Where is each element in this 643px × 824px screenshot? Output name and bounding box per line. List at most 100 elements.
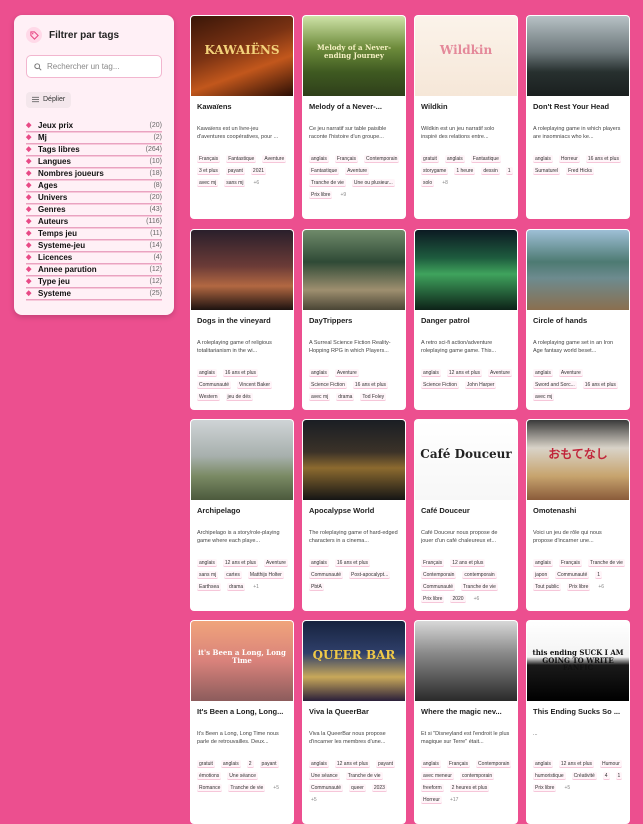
category-item-ages[interactable]: ◆ Ages (8)	[26, 180, 162, 192]
game-tag[interactable]: Tod Foley	[360, 393, 387, 401]
game-cover-image[interactable]	[191, 230, 293, 310]
category-item-nombres-joueurs[interactable]: ◆ Nombres joueurs (18)	[26, 168, 162, 180]
game-tag[interactable]: 1	[595, 571, 603, 579]
game-tag[interactable]: Earthsea	[197, 583, 222, 591]
game-tag[interactable]: Communauté	[555, 571, 590, 579]
game-tag[interactable]: Français	[446, 760, 471, 768]
game-tag[interactable]: Horreur	[421, 796, 442, 804]
game-tag[interactable]: Aventure	[262, 155, 287, 163]
category-item-auteurs[interactable]: ◆ Auteurs (116)	[26, 216, 162, 228]
category-item-systeme[interactable]: ◆ Systeme (25)	[26, 288, 162, 300]
game-tag[interactable]: storygame	[421, 167, 449, 175]
game-title[interactable]: Danger patrol	[421, 316, 511, 325]
game-cover-image[interactable]	[415, 621, 517, 701]
game-card[interactable]: おもてなし Omotenashi Voici un jeu de rôle qui …	[526, 419, 630, 611]
game-title[interactable]: Apocalypse World	[309, 506, 399, 515]
game-cover-image[interactable]	[527, 16, 629, 96]
game-tag[interactable]: anglais	[197, 559, 217, 567]
game-tag[interactable]: japon	[533, 571, 550, 579]
game-tag[interactable]: sans mj	[224, 179, 246, 187]
game-cover-image[interactable]	[415, 230, 517, 310]
game-tag[interactable]: 3 et plus	[197, 167, 220, 175]
game-title[interactable]: DayTrippers	[309, 316, 399, 325]
more-tags-count[interactable]: +5	[271, 784, 281, 792]
game-tag[interactable]: anglais	[533, 369, 553, 377]
game-tag[interactable]: Tranche de vie	[228, 784, 266, 792]
game-card[interactable]: KAWAIËNS Kawaïens Kawaïens est un livre-je…	[190, 15, 294, 219]
more-tags-count[interactable]: +6	[472, 595, 482, 603]
game-tag[interactable]: payant	[225, 167, 245, 175]
game-cover-image[interactable]	[303, 230, 405, 310]
expand-button[interactable]: Déplier	[26, 91, 72, 108]
game-tag[interactable]: dessin	[481, 167, 500, 175]
game-card[interactable]: Archipelago Archipelago is a story/role-p…	[190, 419, 294, 611]
game-tag[interactable]: humoristique	[533, 772, 566, 780]
game-tag[interactable]: Prix libre	[566, 583, 591, 591]
game-tag[interactable]: cartes	[224, 571, 242, 579]
game-tag[interactable]: Aventure	[558, 369, 583, 377]
game-tag[interactable]: Une ou plusieur...	[351, 179, 395, 187]
game-tag[interactable]: 1	[615, 772, 623, 780]
game-title[interactable]: Omotenashi	[533, 506, 623, 515]
game-tag[interactable]: Fantastique	[470, 155, 501, 163]
game-tag[interactable]: Communauté	[421, 583, 456, 591]
more-tags-count[interactable]: +9	[338, 191, 348, 199]
game-cover-image[interactable]: Melody of a Never-ending Journey	[303, 16, 405, 96]
game-tag[interactable]: avec mj	[309, 393, 331, 401]
more-tags-count[interactable]: +17	[448, 796, 460, 804]
game-tag[interactable]: Aventure	[264, 559, 288, 567]
game-tag[interactable]: Science Fiction	[421, 381, 459, 389]
game-tag[interactable]: Fred Hicks	[566, 167, 594, 175]
game-tag[interactable]: 1	[505, 167, 513, 175]
game-tag[interactable]: anglais	[309, 559, 329, 567]
game-tag[interactable]: anglais	[444, 155, 465, 163]
game-tag[interactable]: 2021	[250, 167, 267, 175]
game-tag[interactable]: Western	[197, 393, 220, 401]
game-tag[interactable]: 12 ans et plus	[446, 369, 482, 377]
game-tag[interactable]: 12 ans et plus	[222, 559, 258, 567]
more-tags-count[interactable]: +1	[251, 583, 261, 591]
game-tag[interactable]: Sword and Sorc...	[533, 381, 577, 389]
category-item-systeme-jeu[interactable]: ◆ Systeme-jeu (14)	[26, 240, 162, 252]
game-tag[interactable]: anglais	[533, 760, 553, 768]
game-tag[interactable]: 2	[246, 760, 254, 768]
game-tag[interactable]: solo	[421, 179, 435, 187]
game-tag[interactable]: Contemporain	[364, 155, 400, 163]
game-tag[interactable]: Prix libre	[533, 784, 557, 792]
game-title[interactable]: Circle of hands	[533, 316, 623, 325]
category-item-licences[interactable]: ◆ Licences (4)	[26, 252, 162, 264]
game-tag[interactable]: contemporain	[459, 772, 495, 780]
game-tag[interactable]: Horreur	[558, 155, 580, 163]
game-tag[interactable]: drama	[227, 583, 246, 591]
game-tag[interactable]: Tranche de vie	[588, 559, 625, 567]
game-tag[interactable]: avec mj	[197, 179, 219, 187]
game-tag[interactable]: 12 ans et plus	[558, 760, 594, 768]
game-tag[interactable]: Français	[558, 559, 583, 567]
game-tag[interactable]: Aventure	[334, 369, 359, 377]
game-tag[interactable]: Communauté	[309, 571, 344, 579]
game-tag[interactable]: Une séance	[227, 772, 258, 780]
game-tag[interactable]: Aventure	[345, 167, 370, 175]
game-tag[interactable]: Communauté	[197, 381, 232, 389]
game-cover-image[interactable]: KAWAIËNS	[191, 16, 293, 96]
game-tag[interactable]: anglais	[197, 369, 217, 377]
game-tag[interactable]: 12 ans et plus	[334, 760, 370, 768]
game-card[interactable]: Melody of a Never-ending Journey Melody o…	[302, 15, 406, 219]
game-title[interactable]: Wildkin	[421, 102, 511, 111]
game-title[interactable]: Where the magic nev...	[421, 707, 511, 716]
game-tag[interactable]: Français	[197, 155, 221, 163]
tag-search-box[interactable]	[26, 55, 162, 78]
category-item-mj[interactable]: ◆ Mj (2)	[26, 132, 162, 144]
game-tag[interactable]: Communauté	[309, 784, 344, 792]
game-title[interactable]: Café Douceur	[421, 506, 511, 515]
category-item-genres[interactable]: ◆ Genres (43)	[26, 204, 162, 216]
game-tag[interactable]: 16 ans et plus	[222, 369, 258, 377]
game-tag[interactable]: 16 ans et plus	[585, 155, 621, 163]
game-card[interactable]: it's Been a Long, Long Time It's Been a L…	[190, 620, 294, 824]
game-card[interactable]: DayTrippers A Surreal Science Fiction Rea…	[302, 229, 406, 410]
game-tag[interactable]: anglais	[309, 155, 329, 163]
game-tag[interactable]: freeform	[421, 784, 444, 792]
game-tag[interactable]: contemporain	[462, 571, 497, 579]
game-cover-image[interactable]: this ending SUCK I AM GOING TO WRITE FAN…	[527, 621, 629, 701]
game-tag[interactable]: anglais	[309, 369, 329, 377]
